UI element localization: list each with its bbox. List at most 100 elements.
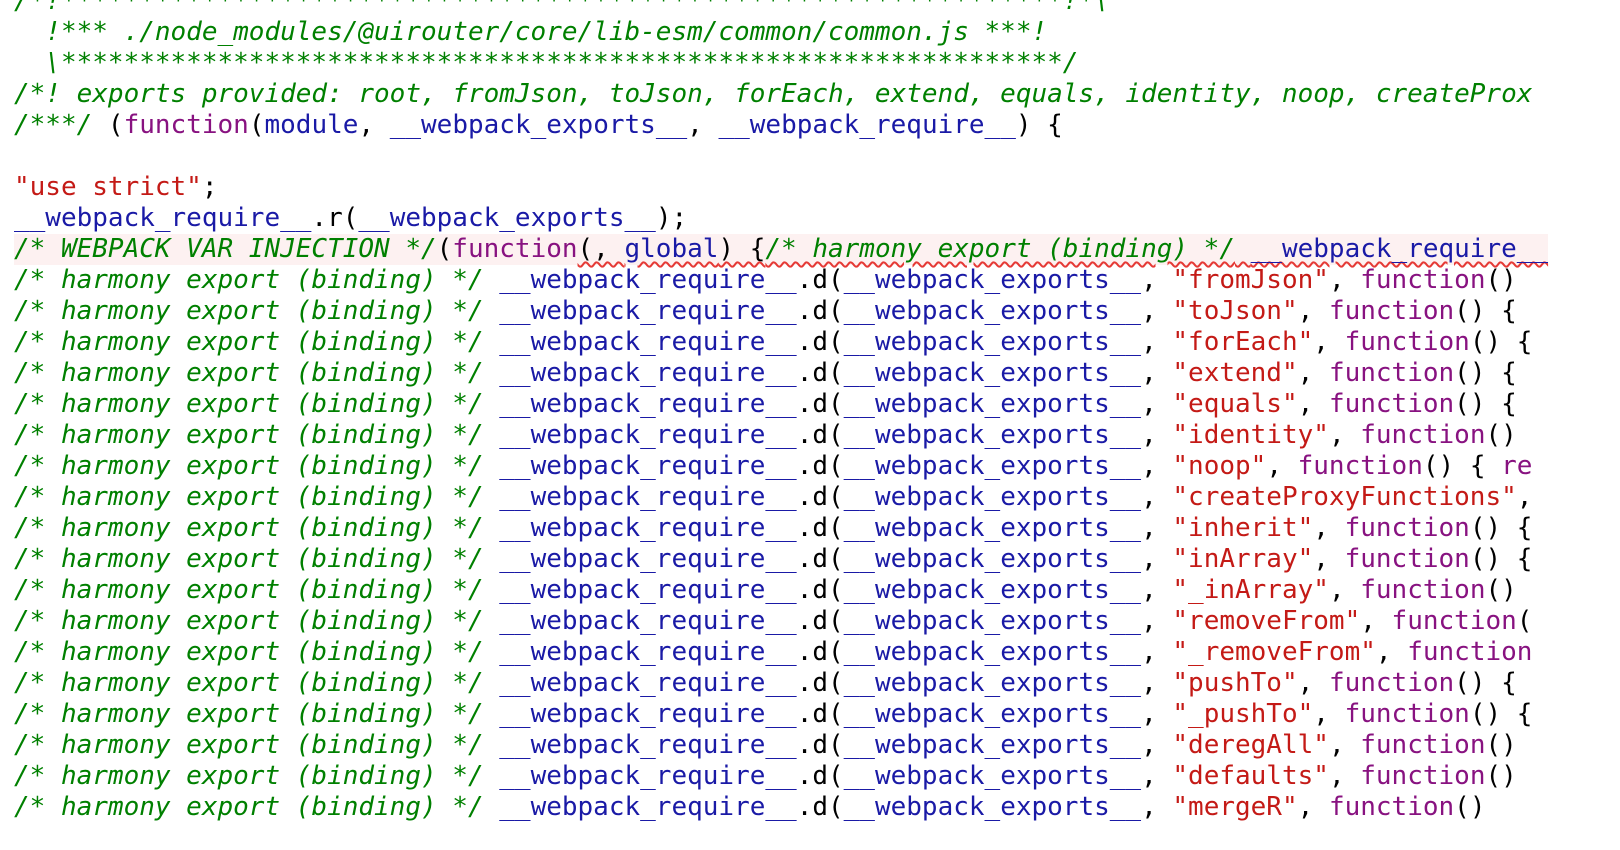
- code-line[interactable]: /***/ (function(module, __webpack_export…: [14, 110, 1548, 141]
- code-comment: /* harmony export (binding) */: [14, 420, 484, 450]
- code-line[interactable]: \***************************************…: [14, 48, 1548, 79]
- code-punctuation: ,: [1141, 761, 1173, 791]
- code-identifier: __webpack_require__: [499, 730, 797, 760]
- code-punctuation: (: [436, 234, 453, 264]
- code-identifier: __webpack_require__: [499, 513, 797, 543]
- code-punctuation: (: [248, 110, 265, 140]
- code-line[interactable]: "use strict";: [14, 172, 1548, 203]
- code-punctuation: () {: [1454, 389, 1517, 419]
- code-punctuation: .d(: [796, 575, 844, 605]
- code-punctuation: ,: [1141, 482, 1173, 512]
- code-punctuation: .r(: [311, 203, 359, 233]
- code-identifier: module: [264, 110, 359, 140]
- code-punctuation: (: [1516, 606, 1533, 636]
- code-line[interactable]: /* harmony export (binding) */ __webpack…: [14, 544, 1548, 575]
- code-line[interactable]: /* harmony export (binding) */ __webpack…: [14, 327, 1548, 358]
- code-punctuation: [14, 141, 30, 171]
- code-comment: \***************************************…: [14, 48, 1079, 78]
- code-line[interactable]: !*** ./node_modules/@uirouter/core/lib-e…: [14, 17, 1548, 48]
- code-identifier: global: [624, 234, 719, 264]
- code-line[interactable]: /* harmony export (binding) */ __webpack…: [14, 358, 1548, 389]
- code-identifier: __webpack_require__: [499, 544, 797, 574]
- code-line[interactable]: __webpack_require__.r(__webpack_exports_…: [14, 203, 1548, 234]
- code-identifier: __webpack_exports__: [843, 792, 1142, 822]
- code-line[interactable]: /* harmony export (binding) */ __webpack…: [14, 606, 1548, 637]
- code-line[interactable]: [14, 141, 1548, 172]
- code-punctuation: .d(: [796, 761, 844, 791]
- code-punctuation: .d(: [796, 389, 844, 419]
- code-comment: /* harmony export (binding) */: [14, 606, 484, 636]
- code-punctuation: .d(: [796, 606, 844, 636]
- code-line[interactable]: /* harmony export (binding) */ __webpack…: [14, 730, 1548, 761]
- code-keyword: function: [1360, 575, 1486, 605]
- code-identifier: __webpack_exports__: [843, 327, 1142, 357]
- code-punctuation: .d(: [796, 296, 844, 326]
- code-string: "defaults": [1172, 761, 1329, 791]
- code-comment: /*!*************************************…: [14, 0, 1110, 16]
- code-punctuation: .d(: [796, 265, 844, 295]
- code-punctuation: ,: [1516, 482, 1533, 512]
- code-punctuation: (): [1485, 575, 1517, 605]
- code-punctuation: ,: [1141, 668, 1173, 698]
- code-identifier: __webpack_exports__: [843, 637, 1142, 667]
- code-content[interactable]: /*!*************************************…: [14, 0, 1549, 823]
- code-keyword: function: [1328, 389, 1455, 419]
- code-line[interactable]: /*!*************************************…: [14, 0, 1548, 17]
- code-punctuation: [484, 699, 500, 729]
- code-identifier: __webpack_require__: [499, 296, 797, 326]
- code-line[interactable]: /* harmony export (binding) */ __webpack…: [14, 792, 1548, 823]
- code-line[interactable]: /* harmony export (binding) */ __webpack…: [14, 699, 1548, 730]
- code-identifier: __webpack_require__: [499, 358, 797, 388]
- code-keyword: function: [1360, 420, 1486, 450]
- code-punctuation: ,: [1375, 637, 1408, 667]
- code-keyword: function: [1360, 761, 1486, 791]
- code-string: "fromJson": [1172, 265, 1329, 295]
- code-identifier: __webpack_exports__: [843, 699, 1142, 729]
- code-line[interactable]: /*! exports provided: root, fromJson, to…: [14, 79, 1548, 110]
- code-punctuation: ,: [1297, 358, 1329, 388]
- code-identifier: __webpack_exports__: [843, 513, 1142, 543]
- code-identifier: __webpack_exports__: [843, 482, 1142, 512]
- code-punctuation: ,: [1266, 451, 1298, 481]
- code-punctuation: .d(: [796, 513, 844, 543]
- code-punctuation: ,: [1141, 513, 1173, 543]
- code-comment: /* harmony export (binding) */: [14, 637, 484, 667]
- code-identifier: __webpack_exports__: [843, 420, 1142, 450]
- code-punctuation: ,: [1141, 792, 1173, 822]
- code-string: "_pushTo": [1172, 699, 1314, 729]
- code-punctuation: .d(: [796, 327, 844, 357]
- code-string: "equals": [1172, 389, 1298, 419]
- code-punctuation: ,: [1297, 792, 1329, 822]
- code-line[interactable]: /* harmony export (binding) */ __webpack…: [14, 420, 1548, 451]
- code-comment: /* harmony export (binding) */: [14, 761, 484, 791]
- code-line[interactable]: /* harmony export (binding) */ __webpack…: [14, 296, 1548, 327]
- code-punctuation: () {: [1469, 513, 1533, 543]
- code-line[interactable]: /* harmony export (binding) */ __webpack…: [14, 575, 1548, 606]
- code-punctuation: ,: [358, 110, 390, 140]
- code-identifier: __webpack_exports__: [843, 358, 1142, 388]
- code-punctuation: ,: [1141, 389, 1173, 419]
- code-line-error[interactable]: /* WEBPACK VAR INJECTION */(function(, g…: [14, 234, 1549, 265]
- code-line[interactable]: /* harmony export (binding) */ __webpack…: [14, 668, 1548, 699]
- code-keyword: function: [1344, 513, 1470, 543]
- code-punctuation: .d(: [796, 451, 844, 481]
- code-line[interactable]: /* harmony export (binding) */ __webpack…: [14, 761, 1548, 792]
- code-punctuation: ,: [1328, 265, 1361, 295]
- code-line[interactable]: /* harmony export (binding) */ __webpack…: [14, 451, 1548, 482]
- code-identifier: __webpack_exports__: [843, 296, 1142, 326]
- code-punctuation: () {: [1469, 544, 1533, 574]
- code-editor[interactable]: /*!*************************************…: [0, 0, 1620, 850]
- code-punctuation: (): [1485, 761, 1517, 791]
- code-line[interactable]: /* harmony export (binding) */ __webpack…: [14, 513, 1548, 544]
- code-punctuation: ,: [687, 110, 719, 140]
- code-keyword: function: [1328, 668, 1455, 698]
- code-line[interactable]: /* harmony export (binding) */ __webpack…: [14, 265, 1548, 296]
- code-identifier: __webpack_require__: [499, 327, 797, 357]
- code-line[interactable]: /* harmony export (binding) */ __webpack…: [14, 482, 1548, 513]
- code-line[interactable]: /* harmony export (binding) */ __webpack…: [14, 637, 1548, 668]
- code-identifier: __webpack_require__: [499, 575, 797, 605]
- code-line[interactable]: /* harmony export (binding) */ __webpack…: [14, 389, 1548, 420]
- code-punctuation: .d(: [796, 482, 844, 512]
- code-punctuation: () {: [1454, 358, 1517, 388]
- code-keyword: function: [1328, 792, 1455, 822]
